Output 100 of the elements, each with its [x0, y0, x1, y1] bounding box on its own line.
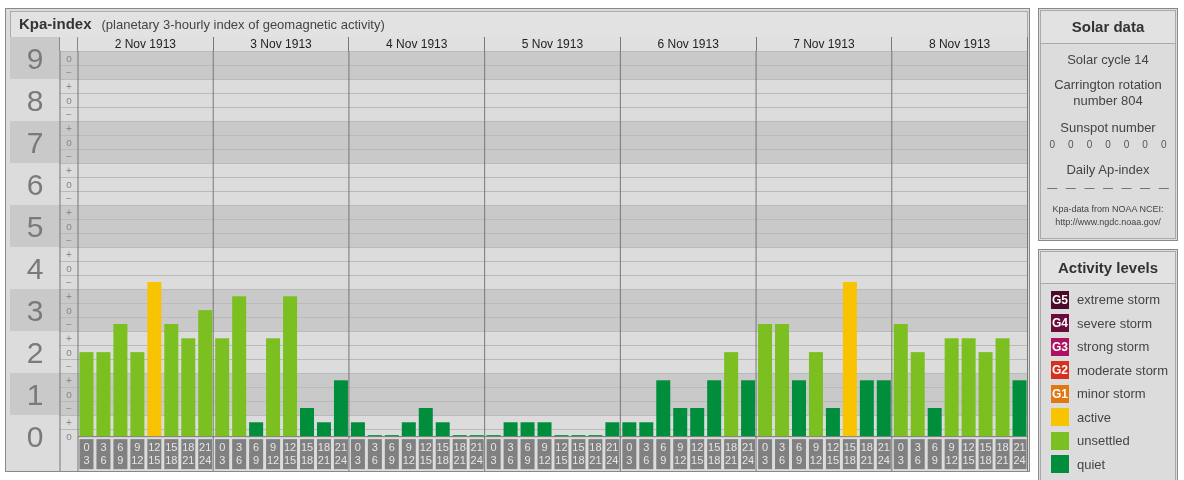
interval-label: 6 9: [927, 439, 942, 470]
source-text: Kpa-data from NOAA NCEI:: [1051, 202, 1165, 216]
interval-label: 0 3: [215, 439, 230, 470]
source-url: http://www.ngdc.noaa.gov/: [1054, 216, 1162, 229]
x-tick-label: 0 3: [83, 441, 90, 467]
interval-label: 3 6: [96, 439, 111, 470]
x-tick-label: 3 6: [507, 441, 514, 467]
ap-value: —: [1084, 180, 1095, 195]
tick-label: −: [66, 108, 72, 120]
interval-label: 12 15: [961, 439, 976, 470]
interval-label: 15 18: [300, 439, 314, 470]
kp-bar: [249, 422, 264, 437]
sunspot-value: 0: [1086, 138, 1093, 152]
kp-bar: [317, 422, 331, 437]
interval-label: 21 24: [198, 439, 213, 470]
x-tick-label: 6 9: [660, 441, 667, 467]
x-tick-label: 0 3: [219, 441, 226, 467]
tick-label: −: [66, 318, 72, 330]
x-tick-label: 3 6: [643, 441, 650, 467]
kp-bar: [639, 422, 654, 437]
interval-label: 0 3: [486, 439, 501, 470]
interval-label: 21 24: [876, 439, 891, 470]
legend-label: unsettled: [1077, 432, 1130, 450]
interval-label: 21 24: [469, 439, 484, 470]
axis-label: 2: [26, 335, 44, 369]
interval-label: 3 6: [639, 439, 654, 470]
x-tick-label: 6 9: [253, 441, 260, 467]
kp-bar: [333, 380, 348, 437]
tick-label: o: [66, 430, 72, 442]
tick-label: +: [66, 248, 72, 260]
sunspot-value: 0: [1068, 138, 1074, 152]
storm-badge: G4: [1051, 314, 1069, 333]
ap-value: —: [1121, 180, 1132, 195]
kp-bar: [859, 380, 874, 437]
sunspot-value: 0: [1142, 138, 1148, 152]
interval-label: 18 21: [859, 439, 874, 470]
date-label: 2 Nov 1913: [78, 37, 214, 51]
date-label: 8 Nov 1913: [892, 37, 1028, 51]
kp-bar: [503, 422, 518, 437]
x-tick-label: 0 3: [897, 441, 904, 467]
tick-label: o: [66, 178, 72, 190]
interval-label: 15 18: [571, 439, 586, 470]
kp-bar: [656, 380, 671, 437]
ap-value: —: [1102, 180, 1113, 195]
tick-label: −: [66, 192, 72, 204]
kp-bar: [605, 422, 620, 437]
axis-label: 6: [26, 167, 44, 201]
kp-bar: [622, 422, 637, 437]
x-tick-label: 3 6: [371, 441, 378, 467]
date-label: 5 Nov 1913: [485, 37, 621, 51]
tick-label: +: [66, 416, 72, 428]
x-tick-label: 6 9: [388, 441, 395, 467]
kp-bar: [435, 422, 450, 437]
interval-label: 18 21: [995, 439, 1010, 470]
interval-label: 12 15: [147, 439, 162, 470]
kp-bar: [537, 422, 552, 437]
interval-label: 6 9: [384, 439, 399, 470]
interval-label: 6 9: [792, 439, 806, 470]
sunspot-value: 0: [1049, 138, 1056, 152]
interval-label: 15 18: [435, 439, 450, 470]
axis-label: 4: [26, 251, 44, 285]
chart-subtitle: (planetary 3-hourly index of geomagnetic activity): [101, 15, 385, 34]
interval-label: 9 12: [401, 439, 416, 470]
axis-label: 7: [26, 125, 44, 159]
kp-bar: [825, 408, 840, 437]
interval-label: 15 18: [707, 439, 722, 470]
storm-badge: G5: [1051, 290, 1069, 309]
axis-label: 5: [26, 209, 44, 243]
legend-label: moderate storm: [1077, 361, 1169, 380]
kp-bar: [520, 422, 535, 437]
kp-bar: [418, 408, 433, 437]
interval-label: 15 18: [842, 439, 857, 470]
sunspot-value: 0: [1123, 138, 1130, 152]
interval-label: 9 12: [266, 439, 281, 470]
tick-label: +: [66, 164, 72, 176]
ap-value: —: [1047, 180, 1058, 195]
interval-label: 0 3: [350, 439, 365, 470]
interval-label: 21 24: [1012, 439, 1027, 470]
interval-label: 12 15: [825, 439, 840, 470]
interval-label: 18 21: [181, 439, 196, 470]
rotation-text: Carrington rotation number 804: [1053, 77, 1163, 110]
x-tick-label: 3 6: [100, 441, 107, 467]
x-tick-label: 6 9: [931, 441, 938, 467]
interval-label: 6 9: [520, 439, 535, 470]
x-tick-label: 0 3: [354, 441, 361, 467]
interval-label: 12 15: [690, 439, 705, 470]
axis-label: 8: [26, 83, 44, 117]
kp-bar: [1012, 380, 1027, 437]
sunspot-value: 0: [1105, 138, 1111, 152]
storm-badge: G2: [1051, 361, 1069, 380]
x-tick-label: 0 3: [626, 441, 633, 467]
interval-label: 0 3: [893, 439, 908, 470]
date-label: 6 Nov 1913: [620, 37, 757, 51]
x-tick-label: 0 3: [761, 441, 769, 467]
ap-value: —: [1140, 180, 1151, 195]
axis-label: 9: [26, 41, 44, 75]
interval-label: 9 12: [537, 439, 552, 470]
kp-bar: [741, 380, 756, 437]
interval-label: 18 21: [452, 439, 467, 470]
date-label: 3 Nov 1913: [213, 37, 350, 51]
